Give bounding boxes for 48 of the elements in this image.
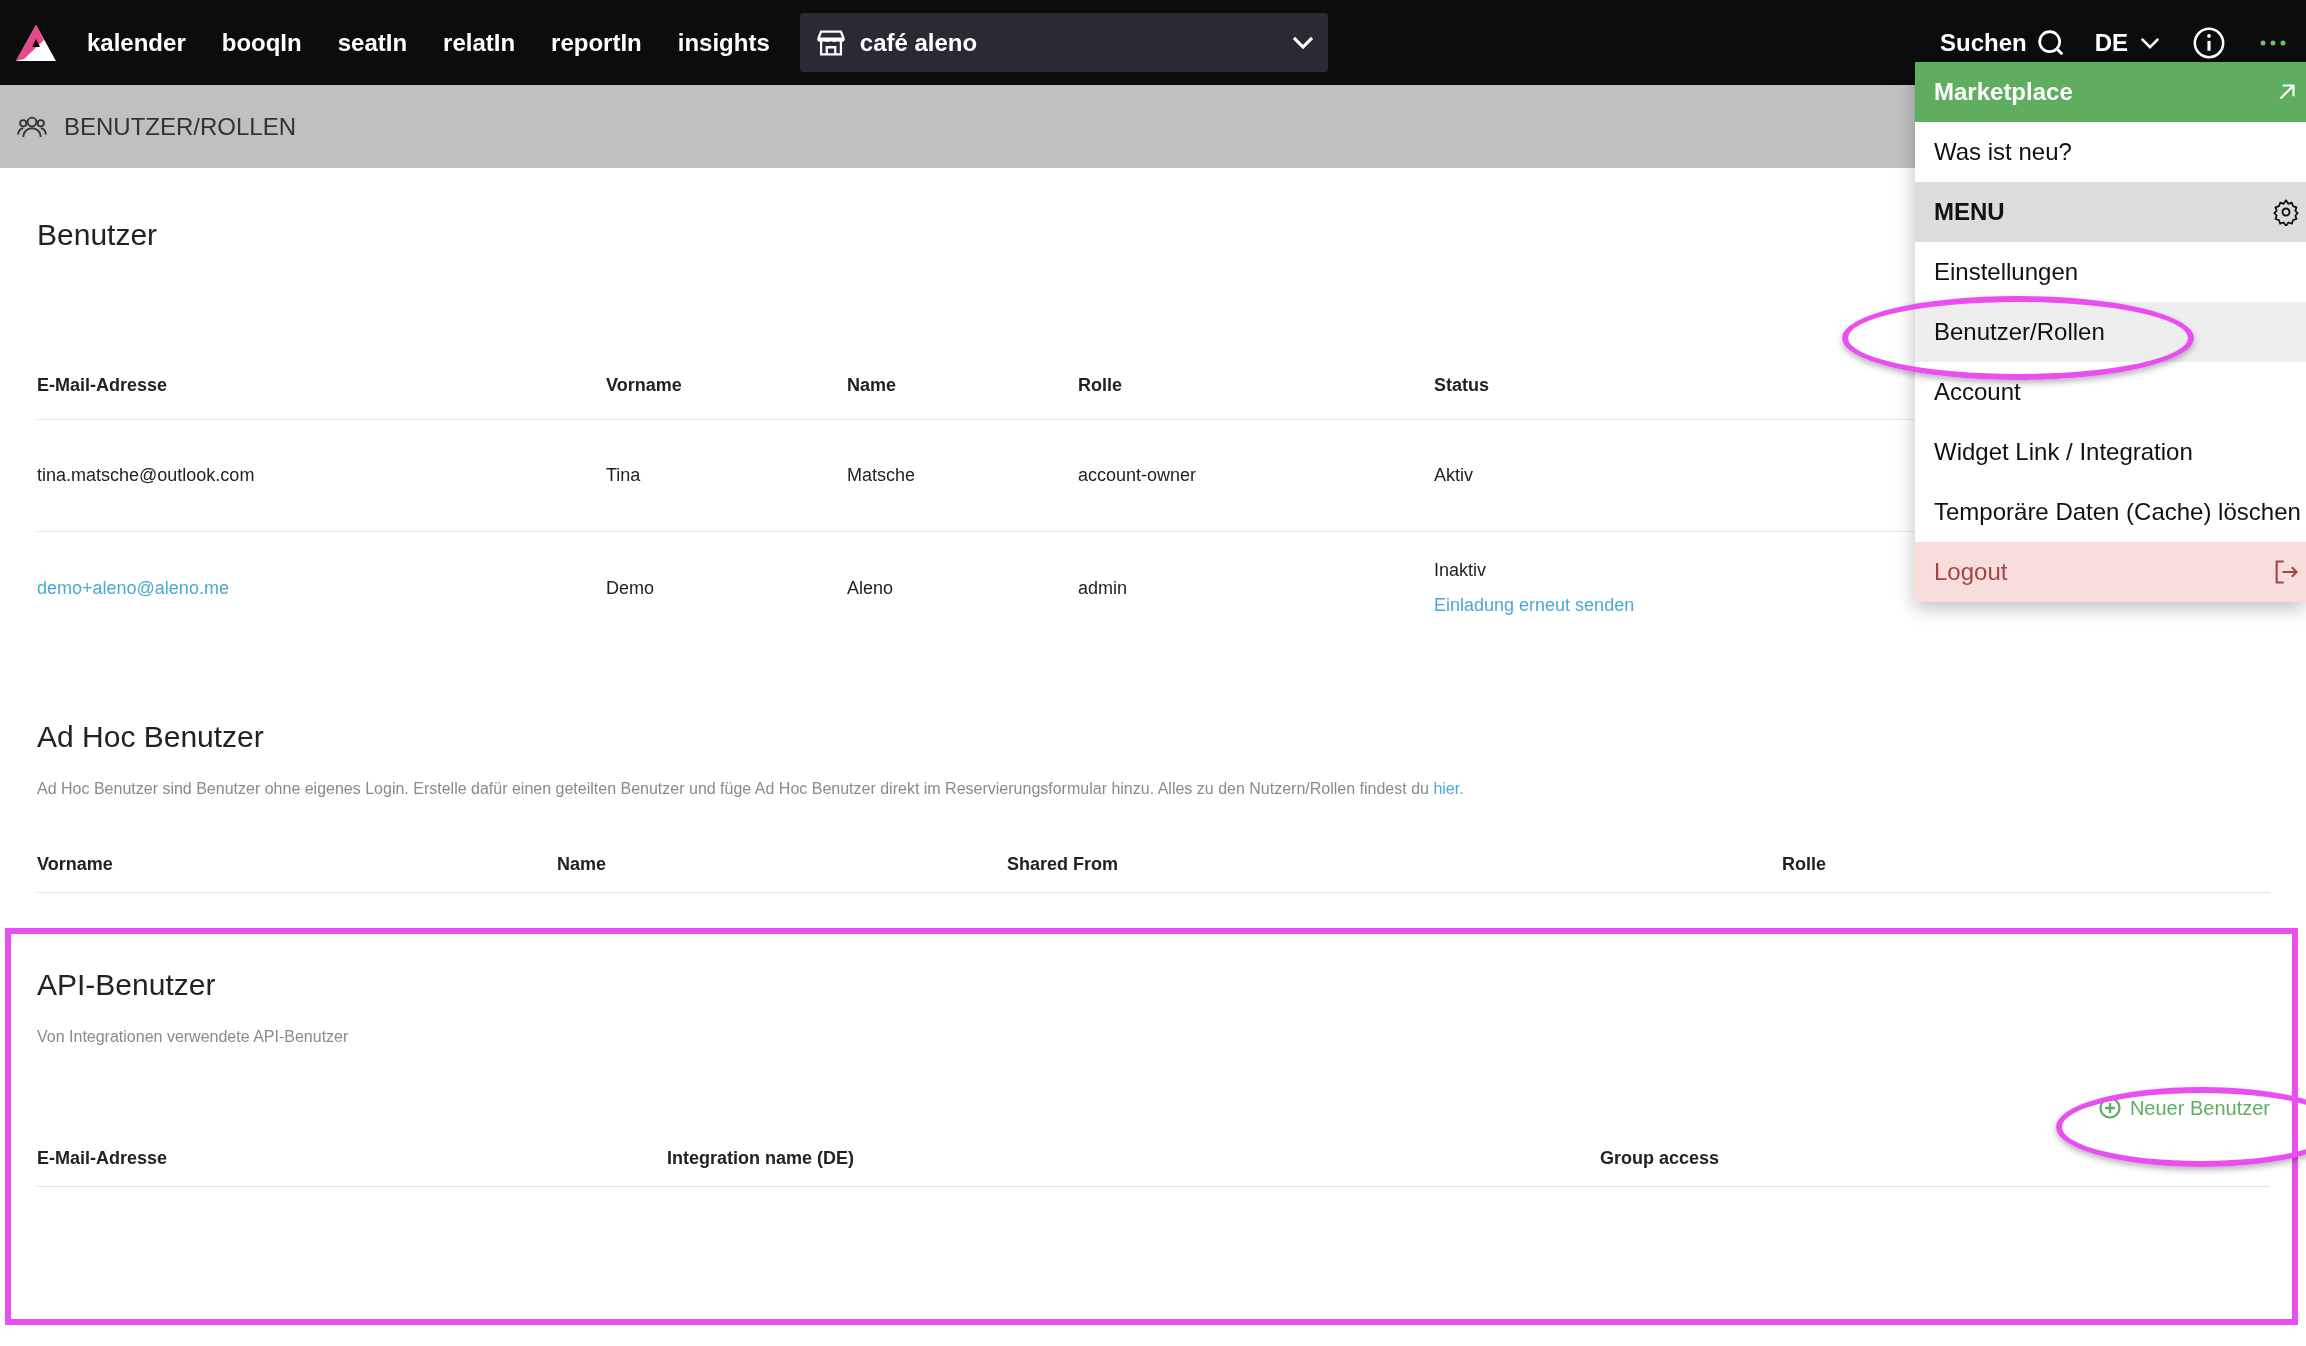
column-header: Shared From [1007,853,1120,876]
column-header: Vorname [606,374,683,397]
nav-link[interactable]: reportIn [551,24,642,61]
section-title: API-Benutzer [37,967,216,1003]
nav-link[interactable]: kalender [87,24,186,61]
table-cell-text: Matsche [847,464,917,487]
column-header: Rolle [1078,374,1123,397]
column-header: Status [1434,374,1490,397]
column-header: Vorname [37,853,114,876]
section-description: Ad Hoc Benutzer sind Benutzer ohne eigenes Login. Erstelle dafür einen geteilten Benutzer und füge Ad Hoc Benutzer direkt im Reservierungsformular hinzu. Alles zu den Nutzern/Rollen findest du hier. [37,779,1465,799]
nav-link[interactable]: relatIn [443,24,516,61]
page-title: BENUTZER/ROLLEN [64,111,297,142]
language-selector[interactable]: DE [2094,24,2160,61]
section-description: Von Integrationen verwendete API-Benutzer [37,1027,350,1047]
menu-item[interactable]: Benutzer/Rollen [1915,302,2306,362]
section-title: Ad Hoc Benutzer [37,719,264,755]
nav-link[interactable]: seatIn [337,24,408,61]
table-cell-text: Aleno [847,576,895,600]
table-cell-text: account-owner [1078,464,1198,487]
table-cell-text: tina.matsche@outlook.com [37,464,255,487]
column-header: E-Mail-Adresse [37,1147,169,1170]
table-cell-text: Demo [606,576,655,600]
nav-link[interactable]: booqIn [221,24,302,61]
status-text: Inaktiv [1434,559,1488,582]
menu-item[interactable]: Einstellungen [1915,242,2306,302]
column-header: Name [557,853,608,876]
nav-link[interactable]: insights [677,24,770,61]
chevron-down-icon [1291,36,1314,49]
table-cell-text: Tina [606,464,642,487]
menu-header: MENU [1915,182,2306,242]
info-icon[interactable] [2192,25,2226,60]
status-text: Aktiv [1434,464,1474,487]
column-header: E-Mail-Adresse [37,374,169,397]
settings-icon [2272,198,2300,226]
section-title: Benutzer [37,217,158,253]
menu-item[interactable]: Account [1915,362,2306,422]
search-button[interactable]: Suchen [1939,24,2067,61]
menu-item[interactable]: Logout [1915,542,2306,602]
table-cell-text: admin [1078,576,1129,600]
menu-item[interactable]: Was ist neu? [1915,122,2306,182]
column-header: Rolle [1782,853,1827,876]
column-header: Group access [1600,1147,1721,1170]
column-header: Integration name (DE) [667,1147,855,1170]
column-header: Name [847,374,898,397]
chevron-down-icon [2140,36,2160,49]
menu-item[interactable]: Temporäre Daten (Cache) löschen [1915,482,2306,542]
menu-item[interactable]: Widget Link / Integration [1915,422,2306,482]
venue-selector[interactable]: café aleno [799,13,1328,72]
